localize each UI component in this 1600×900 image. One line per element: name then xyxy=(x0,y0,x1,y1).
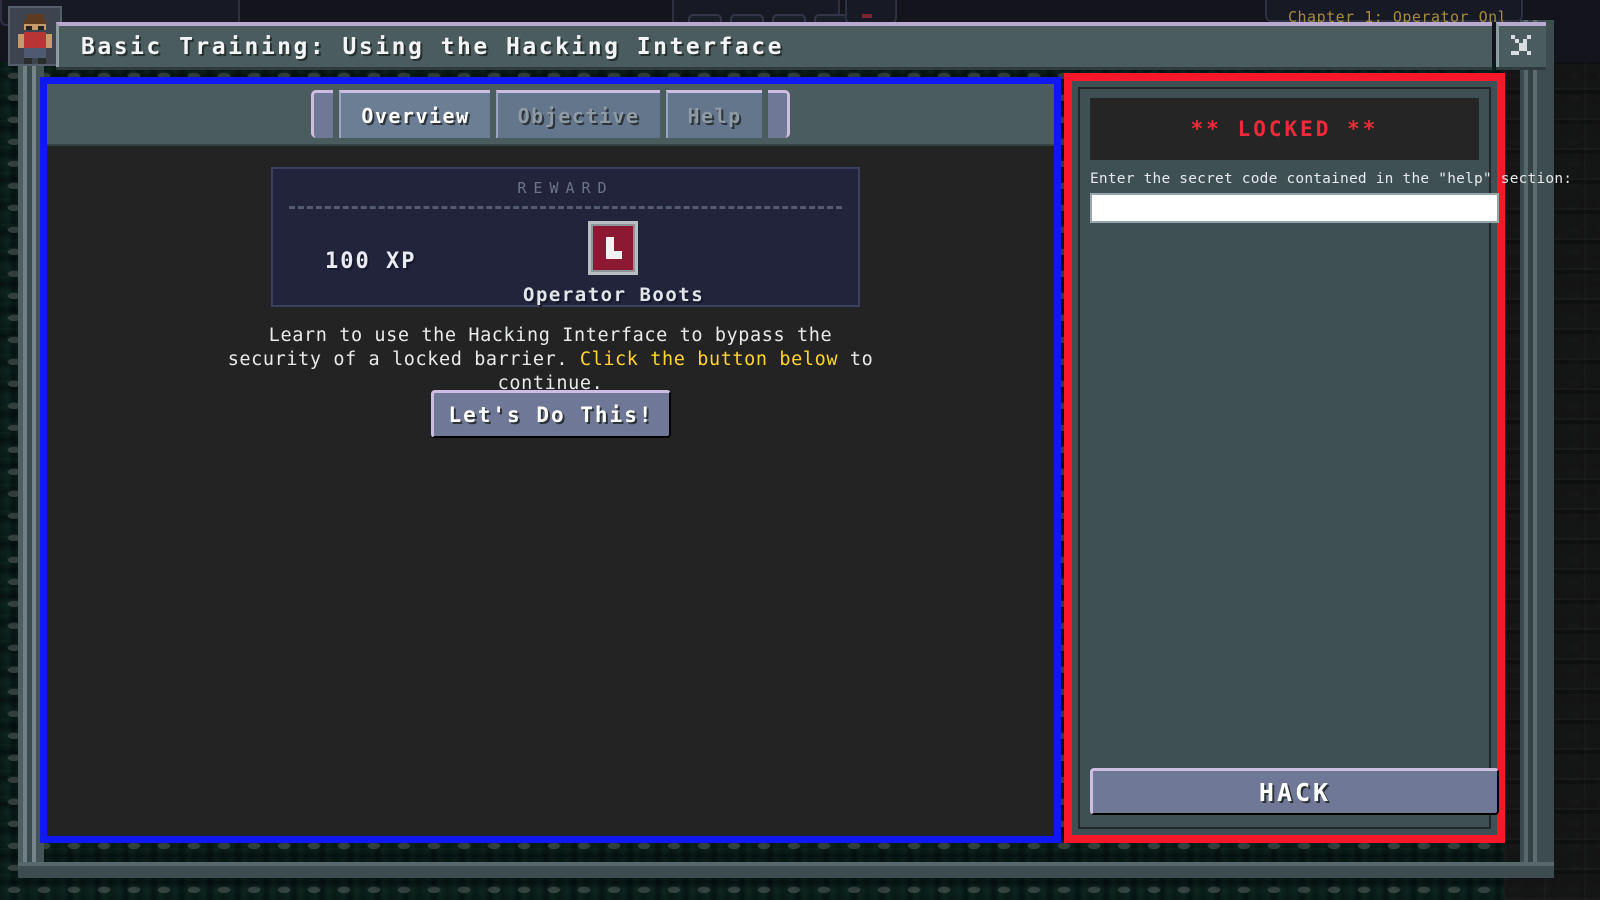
secret-code-input[interactable] xyxy=(1090,193,1499,223)
hack-prompt-label: Enter the secret code contained in the "… xyxy=(1090,171,1573,187)
bg-hud-indicator xyxy=(862,14,872,18)
lock-status-bar: ** LOCKED ** xyxy=(1090,98,1479,160)
boot-icon-glyph xyxy=(606,237,622,259)
bg-hud-panel-right xyxy=(845,0,897,24)
window-frame-bottom xyxy=(18,862,1554,878)
quest-tabbar: Overview Objective Help xyxy=(47,84,1054,146)
avatar xyxy=(8,6,62,66)
page-title: Basic Training: Using the Hacking Interf… xyxy=(81,33,784,60)
close-icon xyxy=(1510,34,1531,55)
window-frame-right xyxy=(1520,20,1554,875)
quest-description-line2-pre: locked barrier. xyxy=(392,349,580,370)
quest-description-highlight: Click the button below xyxy=(579,349,839,370)
reward-header: REWARD xyxy=(517,179,614,197)
reward-item-slot[interactable] xyxy=(588,221,638,275)
tab-scroll-left-button[interactable] xyxy=(311,90,334,138)
reward-card: REWARD 100 XP Operator Boots xyxy=(271,167,860,307)
avatar-sprite xyxy=(18,14,52,64)
boot-icon xyxy=(593,226,633,270)
reward-item: Operator Boots xyxy=(523,221,703,306)
game-screen: Chapter 1: Operator Onl Basic Training: … xyxy=(0,0,1600,900)
close-button[interactable] xyxy=(1496,22,1546,67)
hack-button[interactable]: HACK xyxy=(1090,768,1499,815)
quest-body: REWARD 100 XP Operator Boots Learn to us… xyxy=(47,146,1054,836)
tab-scroll-right-button[interactable] xyxy=(767,90,790,138)
reward-contents: 100 XP Operator Boots xyxy=(273,209,858,306)
tab-help[interactable]: Help xyxy=(665,90,762,138)
quest-description: Learn to use the Hacking Interface to by… xyxy=(47,324,1054,396)
lets-do-this-button[interactable]: Let's Do This! xyxy=(430,390,671,438)
hacking-panel: ** LOCKED ** Enter the secret code conta… xyxy=(1064,73,1572,843)
window-titlebar: Basic Training: Using the Hacking Interf… xyxy=(56,22,1492,67)
hacking-panel-inner: ** LOCKED ** Enter the secret code conta… xyxy=(1078,87,1572,829)
reward-item-name: Operator Boots xyxy=(523,284,705,306)
tab-overview[interactable]: Overview xyxy=(339,90,490,138)
status-badge: ** LOCKED ** xyxy=(1190,117,1379,141)
tab-objective[interactable]: Objective xyxy=(495,90,660,138)
reward-xp-value: 100 XP xyxy=(325,249,417,274)
quest-panel: Overview Objective Help REWARD 100 XP Op… xyxy=(40,77,1061,843)
